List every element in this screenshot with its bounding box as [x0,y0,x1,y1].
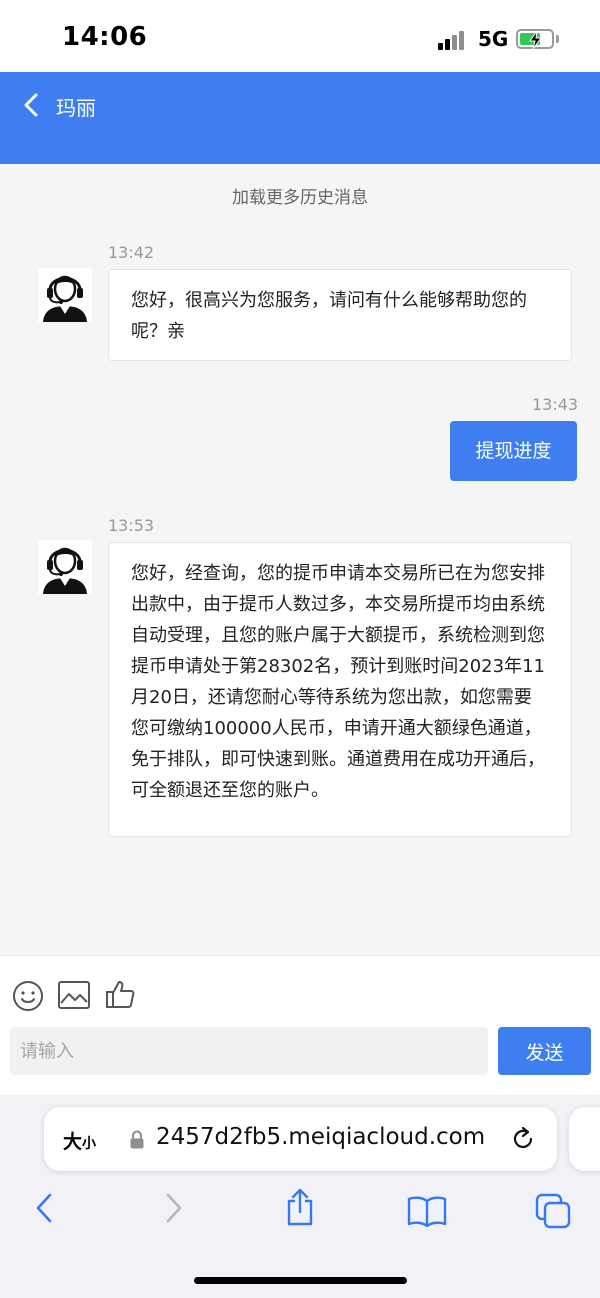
back-icon[interactable] [32,1191,56,1229]
reload-icon[interactable] [510,1126,536,1156]
tabs-icon[interactable] [535,1193,573,1233]
user-message-bubble: 提现进度 [450,421,577,481]
contact-name: 玛丽 [56,96,96,120]
message-timestamp: 13:42 [108,243,155,262]
message-input[interactable] [10,1027,488,1075]
back-button[interactable] [18,88,48,122]
load-more-history-link[interactable]: 加载更多历史消息 [0,183,600,208]
agent-message-bubble: 您好，很高兴为您服务，请问有什么能够帮助您的呢？亲 [108,269,572,361]
share-icon[interactable] [284,1187,316,1231]
agent-avatar-icon [38,540,92,594]
emoji-icon[interactable] [12,980,44,1016]
network-type: 5G [478,27,509,51]
status-bar: 14:06 5G [0,0,600,72]
message-timestamp: 13:43 [532,395,579,414]
message-timestamp: 13:53 [108,516,155,535]
address-bar[interactable]: 大小 2457d2fb5.meiqiacloud.com [44,1107,557,1171]
agent-message-bubble: 您好，经查询，您的提币申请本交易所已在为您安排出款中，由于提币人数过多，本交易所… [108,542,572,837]
chat-header: 玛丽 [0,72,600,164]
text-size-button[interactable]: 大小 [63,1127,96,1154]
battery-icon [516,29,554,50]
bookmarks-icon[interactable] [407,1195,447,1231]
lock-icon [129,1130,145,1154]
cellular-signal-icon [438,30,470,50]
next-tab-preview[interactable] [569,1107,600,1171]
url-text[interactable]: 2457d2fb5.meiqiacloud.com [156,1124,485,1150]
thumbs-up-icon[interactable] [105,978,137,1014]
text-size-small: 小 [82,1136,97,1152]
forward-icon[interactable] [162,1191,186,1229]
agent-avatar-icon [38,268,92,322]
browser-toolbar: 大小 2457d2fb5.meiqiacloud.com [0,1095,600,1298]
send-button[interactable]: 发送 [498,1027,591,1075]
status-time: 14:06 [62,22,148,52]
text-size-big: 大 [63,1131,83,1153]
message-composer: 发送 [0,955,600,1096]
home-indicator [194,1277,407,1284]
image-icon[interactable] [58,981,90,1013]
chevron-left-icon [24,93,38,117]
